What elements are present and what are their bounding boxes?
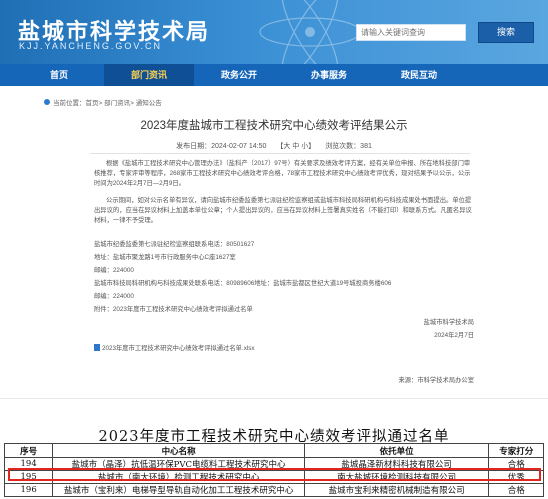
view-count: 浏览次数：381 bbox=[325, 143, 372, 150]
section-divider bbox=[0, 398, 548, 399]
result-table: 序号 中心名称 依托单位 专家打分 194 盐城市（晶泽）抗低温环保PVC电缆料… bbox=[3, 443, 544, 497]
main-nav: 首页 部门资讯 政务公开 办事服务 政民互动 bbox=[0, 64, 548, 86]
nav-department-news[interactable]: 部门资讯 bbox=[104, 64, 194, 86]
signature-org: 盐城市科学技术局 bbox=[423, 319, 474, 326]
publish-date: 发布日期：2024-02-07 14:50 bbox=[176, 143, 267, 150]
nav-government-affairs[interactable]: 政务公开 bbox=[194, 64, 284, 86]
file-icon bbox=[94, 344, 100, 351]
article-meta: 发布日期：2024-02-07 14:50 【大 中 小】 浏览次数：381 bbox=[0, 141, 548, 151]
cell-unit: 盐城晶泽新材料科技有限公司 bbox=[303, 457, 490, 471]
attachment-file-name[interactable]: 2023年度市工程技术研究中心绩效考评拟通过名单.xlsx bbox=[102, 345, 255, 352]
cell-center-name: 盐城市（南大环境）检测工程技术研究中心 bbox=[52, 470, 305, 484]
nav-services[interactable]: 办事服务 bbox=[284, 64, 374, 86]
table-row: 194 盐城市（晶泽）抗低温环保PVC电缆料工程技术研究中心 盐城晶泽新材料科技… bbox=[3, 457, 544, 471]
contact-line-3: 邮编：224000 bbox=[94, 267, 134, 274]
search-button[interactable]: 搜索 bbox=[478, 22, 534, 43]
contact-line-1: 盐城市纪委监委第七派驻纪检监察组联系电话：80501627 bbox=[94, 241, 255, 248]
search-input[interactable] bbox=[356, 24, 466, 41]
breadcrumb-text[interactable]: 当前位置：首页> 部门资讯> 通知公告 bbox=[53, 97, 162, 107]
cell-score: 合格 bbox=[488, 483, 544, 497]
cell-score: 合格 bbox=[488, 457, 544, 471]
contact-line-2: 地址：盐城市聚龙路1号市行政服务中心C座1627室 bbox=[94, 254, 236, 261]
divider bbox=[90, 153, 470, 154]
attachment-note: 附件：2023年度市工程技术研究中心绩效考评拟通过名单 bbox=[94, 306, 253, 313]
nav-interaction[interactable]: 政民互动 bbox=[374, 64, 464, 86]
cell-score: 优秀 bbox=[488, 470, 544, 484]
header-score: 专家打分 bbox=[488, 443, 544, 458]
attachment-link[interactable]: 2023年度市工程技术研究中心绩效考评拟通过名单.xlsx bbox=[94, 344, 474, 354]
cell-no: 194 bbox=[3, 457, 54, 471]
cell-unit: 盐城市宝利来精密机械制造有限公司 bbox=[303, 483, 490, 497]
table-row: 196 盐城市（宝利来）电梯导型导轨自动化加工工程技术研究中心 盐城市宝利来精密… bbox=[3, 483, 544, 497]
header-center-name: 中心名称 bbox=[52, 443, 305, 458]
article-source: 来源：市科学技术局办公室 bbox=[398, 377, 474, 384]
nav-home[interactable]: 首页 bbox=[14, 64, 104, 86]
contact-line-4: 盐城市科技局科研机构与科技成果处联系电话：80989606地址：盐城市盐都区世纪… bbox=[94, 280, 392, 287]
contact-line-5: 邮编：224000 bbox=[94, 293, 134, 300]
header-unit: 依托单位 bbox=[303, 443, 490, 458]
signature-date: 2024年2月7日 bbox=[434, 332, 474, 339]
atom-graphic-icon bbox=[259, 0, 361, 64]
site-url: KJJ.YANCHENG.GOV.CN bbox=[19, 41, 163, 51]
table-row: 195 盐城市（南大环境）检测工程技术研究中心 南大盐城环境检测科技有限公司 优… bbox=[3, 470, 544, 484]
cell-no: 196 bbox=[3, 483, 54, 497]
cell-no: 195 bbox=[3, 470, 54, 484]
cell-center-name: 盐城市（晶泽）抗低温环保PVC电缆料工程技术研究中心 bbox=[52, 457, 305, 471]
cell-center-name: 盐城市（宝利来）电梯导型导轨自动化加工工程技术研究中心 bbox=[52, 483, 305, 497]
location-icon bbox=[44, 99, 50, 105]
paragraph-intro: 根据《盐城市工程技术研究中心管理办法》（盐科产〔2017〕97号）有关要求及绩效… bbox=[94, 160, 471, 187]
cell-unit: 南大盐城环境检测科技有限公司 bbox=[303, 470, 490, 484]
breadcrumb: 当前位置：首页> 部门资讯> 通知公告 bbox=[44, 97, 162, 107]
article-title: 2023年度盐城市工程技术研究中心绩效考评结果公示 bbox=[140, 120, 408, 132]
paragraph-objection: 公示期间，如对公示名单有异议，请向盐城市纪委监委第七派驻纪检监察组或盐城市科技局… bbox=[94, 197, 472, 224]
font-size-toggle[interactable]: 【大 中 小】 bbox=[276, 143, 315, 150]
table-header-row: 序号 中心名称 依托单位 专家打分 bbox=[3, 443, 544, 458]
header-no: 序号 bbox=[3, 443, 54, 458]
site-header: 盐城市科学技术局 KJJ.YANCHENG.GOV.CN 搜索 bbox=[0, 0, 548, 64]
